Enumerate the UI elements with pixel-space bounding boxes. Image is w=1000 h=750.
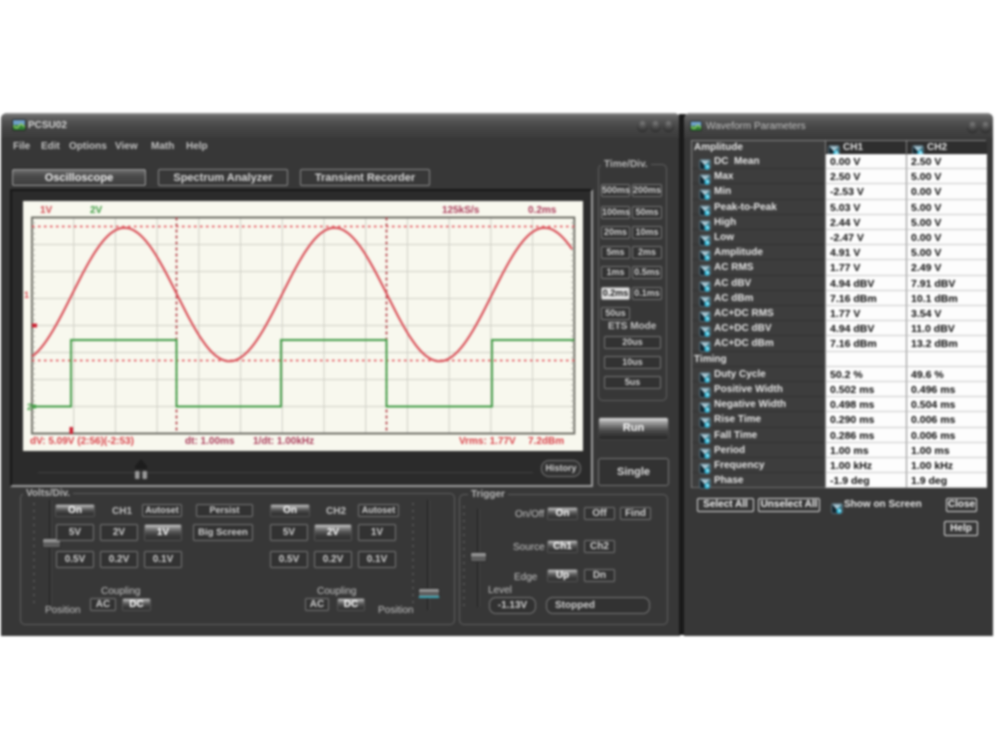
svg-text:2V: 2V xyxy=(90,205,103,216)
svg-text:dt: 1.00ms: dt: 1.00ms xyxy=(185,436,235,447)
svg-text:2: 2 xyxy=(27,402,32,412)
svg-text:0.2ms: 0.2ms xyxy=(528,205,557,216)
svg-text:dV: 5.09V (2:56)(-2:53): dV: 5.09V (2:56)(-2:53) xyxy=(30,436,134,447)
svg-text:1: 1 xyxy=(24,290,29,300)
svg-text:1/dt: 1.00kHz: 1/dt: 1.00kHz xyxy=(253,436,314,447)
svg-text:7.2dBm: 7.2dBm xyxy=(528,436,564,447)
svg-text:125kS/s: 125kS/s xyxy=(442,205,480,216)
svg-text:1V: 1V xyxy=(40,205,53,216)
svg-text:Vrms: 1.77V: Vrms: 1.77V xyxy=(459,436,516,447)
